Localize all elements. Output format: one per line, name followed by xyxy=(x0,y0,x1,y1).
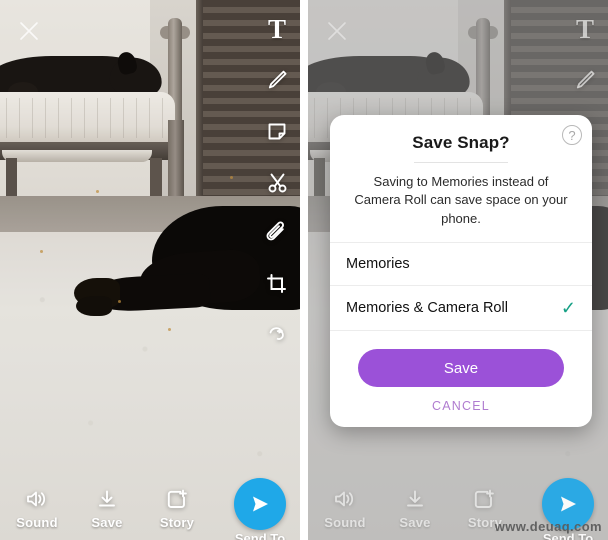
tool-rail-left: T xyxy=(260,12,294,352)
checkmark-icon: ✓ xyxy=(560,298,576,319)
save-button[interactable]: Save xyxy=(392,487,438,530)
option-memories-and-camera-roll-label: Memories & Camera Roll xyxy=(345,300,508,317)
sound-button[interactable]: Sound xyxy=(322,487,368,530)
text-tool-icon[interactable]: T xyxy=(260,12,294,46)
send-arrow-icon xyxy=(561,496,576,512)
story-label: Story xyxy=(159,515,195,530)
text-tool-glyph: T xyxy=(575,13,594,44)
dialog-cancel-button[interactable]: CANCEL xyxy=(358,399,564,413)
send-to-label: Send To xyxy=(234,531,286,540)
loop-icon[interactable] xyxy=(260,318,294,352)
site-watermark: www.deuaq.com xyxy=(494,519,602,534)
add-to-story-icon xyxy=(166,487,189,511)
sound-button[interactable]: Sound xyxy=(14,487,60,530)
dialog-title: Save Snap? xyxy=(412,133,510,152)
save-label: Save xyxy=(91,515,123,530)
panel-divider xyxy=(300,0,304,540)
text-tool-glyph: T xyxy=(268,13,287,44)
download-icon xyxy=(404,487,426,511)
text-tool-icon[interactable]: T xyxy=(568,12,602,46)
screenshot-root: T Sound Save Story Send To T ? Save Snap… xyxy=(0,0,608,540)
send-arrow-icon xyxy=(253,496,269,512)
question-mark-icon[interactable]: ? xyxy=(561,125,582,145)
snap-editor-panel-left: T Sound Save Story Send To xyxy=(0,0,301,540)
option-memories-and-camera-roll[interactable]: Memories & Camera Roll ✓ xyxy=(330,286,592,330)
add-to-story-icon xyxy=(473,487,496,511)
option-memories[interactable]: Memories xyxy=(330,243,592,285)
close-x-icon[interactable] xyxy=(324,18,350,44)
scissors-icon[interactable] xyxy=(260,165,294,199)
speaker-icon xyxy=(333,487,357,511)
save-button[interactable]: Save xyxy=(84,487,130,530)
tool-rail-right: T xyxy=(568,12,602,97)
dialog-save-button[interactable]: Save xyxy=(357,349,564,388)
question-mark-glyph: ? xyxy=(568,127,576,143)
close-x-icon[interactable] xyxy=(16,18,42,44)
save-snap-dialog: ? Save Snap? Saving to Memories instead … xyxy=(329,115,592,428)
pencil-icon[interactable] xyxy=(260,63,294,97)
speaker-icon xyxy=(25,487,49,511)
crop-icon[interactable] xyxy=(260,267,294,301)
option-memories-label: Memories xyxy=(345,256,410,273)
send-to-button[interactable]: Send To xyxy=(234,478,287,540)
download-icon xyxy=(96,487,118,511)
snap-editor-panel-right: T ? Save Snap? Saving to Memories instea… xyxy=(307,0,608,540)
dialog-subtitle: Saving to Memories instead of Camera Rol… xyxy=(354,174,568,226)
story-button[interactable]: Story xyxy=(154,487,200,530)
sound-label: Sound xyxy=(16,515,58,530)
bottom-toolbar-left: Sound Save Story Send To xyxy=(0,470,300,540)
sticker-icon[interactable] xyxy=(260,114,294,148)
sound-label: Sound xyxy=(324,515,366,530)
pencil-icon[interactable] xyxy=(568,63,602,97)
save-label: Save xyxy=(399,515,431,530)
paperclip-icon[interactable] xyxy=(260,216,294,250)
snap-photo xyxy=(0,0,301,540)
